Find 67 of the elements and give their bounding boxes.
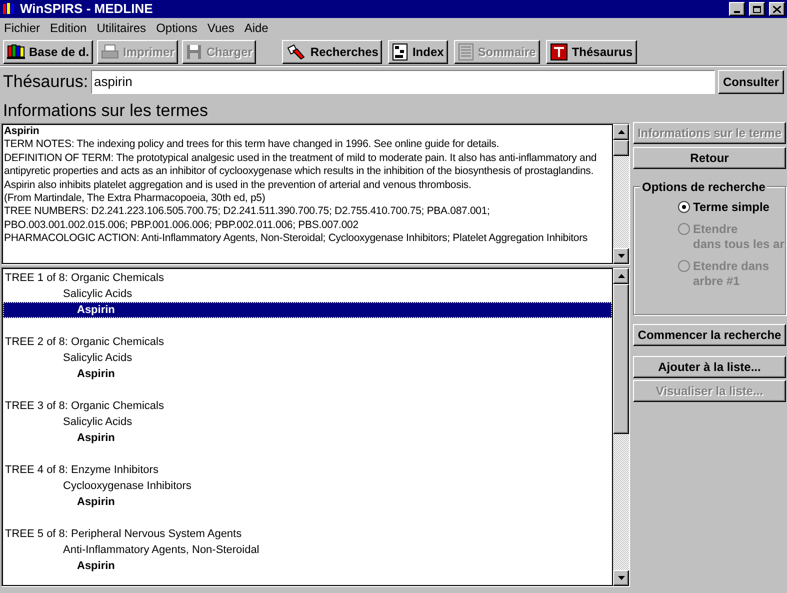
maximize-button[interactable] <box>749 2 765 16</box>
toolbar-button[interactable]: Thésaurus <box>546 40 637 64</box>
tree-heading[interactable]: Salicylic Acids <box>3 414 612 430</box>
scroll-thumb[interactable] <box>613 140 629 156</box>
start-search-button[interactable]: Commencer la recherche <box>633 324 786 346</box>
down-arrow-icon <box>618 576 624 580</box>
menu-item[interactable]: Vues <box>207 19 234 37</box>
tree-heading[interactable]: TREE 2 of 8: Organic Chemicals <box>3 334 612 350</box>
back-button[interactable]: Retour <box>633 147 786 169</box>
toolbar-button[interactable]: Index <box>388 40 448 64</box>
option-label: Terme simple <box>693 200 770 215</box>
tree-heading[interactable]: Salicylic Acids <box>3 286 612 302</box>
up-arrow-icon <box>618 130 624 134</box>
tree-heading[interactable]: Cyclooxygenase Inhibitors <box>3 478 612 494</box>
menu-item[interactable]: Edition <box>50 19 87 37</box>
minimize-button[interactable] <box>729 2 745 16</box>
scroll-up-button[interactable] <box>613 268 629 284</box>
flashlight-icon <box>286 44 306 60</box>
toolbar-button[interactable]: Recherches <box>282 40 382 64</box>
close-icon <box>773 6 781 12</box>
option-label: dans tous les ar <box>693 237 784 252</box>
thesaurus-book-icon <box>550 42 568 60</box>
scroll-up-button[interactable] <box>613 124 629 140</box>
menu-item[interactable]: Aide <box>244 19 268 37</box>
term-title: Aspirin <box>4 125 40 138</box>
tree-heading[interactable]: TREE 3 of 8: Organic Chemicals <box>3 398 612 414</box>
add-to-list-button[interactable]: Ajouter à la liste... <box>633 356 786 378</box>
tree-heading[interactable]: Salicylic Acids <box>3 350 612 366</box>
tree-heading[interactable]: Anti-Inflammatory Agents, Non-Steroidal <box>3 542 612 558</box>
term-item[interactable]: Aspirin <box>3 494 612 510</box>
window-title: WinSPIRS - MEDLINE <box>20 0 154 18</box>
menu-item[interactable]: Utilitaires <box>96 19 146 37</box>
books-icon <box>7 44 25 60</box>
close-button[interactable] <box>769 2 785 16</box>
term-item[interactable]: Aspirin <box>3 558 612 574</box>
menu-item[interactable]: Options <box>156 19 198 37</box>
term-info-text: DEFINITION OF TERM: The prototypical analgesic used in the treatment of mild to moderate pain. It also has anti-inflammatory and antipyretic properties and acts as an inhibitor of cyclooxygenase which results in the inhibition of the biosynthesis of prostaglandins. Aspirin also inhibits platelet aggregation and is used in the prevention of arterial and venous thrombosis. <box>4 152 598 192</box>
radio-button[interactable] <box>678 201 690 213</box>
scroll-down-button[interactable] <box>613 248 629 264</box>
tree-heading[interactable]: TREE 5 of 8: Peripheral Nervous System Agents <box>3 526 612 542</box>
term-item[interactable]: Aspirin <box>3 302 612 318</box>
scroll-down-button[interactable] <box>613 570 629 586</box>
maximize-icon <box>753 6 761 12</box>
term-item[interactable]: Aspirin <box>3 366 612 382</box>
printer-icon <box>101 44 120 60</box>
down-arrow-icon <box>618 254 624 258</box>
scroll-thumb[interactable] <box>613 284 629 434</box>
tree-heading[interactable]: TREE 1 of 8: Organic Chemicals <box>3 270 612 286</box>
app-icon <box>2 2 16 16</box>
option-label: arbre #1 <box>693 274 741 289</box>
term-info-text: PHARMACOLOGIC ACTION: Anti-Inflammatory Agents, Non-Steroidal; Cyclooxygenase Inhibitors; Platelet Aggregation Inhibitors <box>4 232 589 246</box>
term-info-text: TREE NUMBERS: D2.241.223.106.505.700.75; D2.241.511.390.700.75; D2.755.410.700.75; PBA.087.001; PBO.003.001.002.015.006; PBP.001.006.006; PBP.002.011.006; PBS.007.002 <box>4 205 491 232</box>
thesaurus-label: Thésaurus: <box>3 70 88 93</box>
term-info-text: (From Martindale, The Extra Pharmacopoeia, 30th ed, p5) <box>4 192 266 206</box>
index-card-icon <box>392 42 408 60</box>
option-label: Etendre dans <box>693 259 770 274</box>
term-item[interactable]: Aspirin <box>3 430 612 446</box>
option-label: Etendre <box>693 222 739 237</box>
term-info-text: TERM NOTES: The indexing policy and trees for this term have changed in 1996. See online guide for details. <box>4 138 500 152</box>
list-icon <box>458 42 474 60</box>
toolbar-button[interactable]: Base de d. <box>3 40 94 64</box>
up-arrow-icon <box>618 274 624 278</box>
menu-item[interactable]: Fichier <box>4 19 40 37</box>
tree-heading[interactable]: TREE 4 of 8: Enzyme Inhibitors <box>3 462 612 478</box>
consult-button[interactable]: Consulter <box>718 70 784 94</box>
thesaurus-field[interactable]: aspirin <box>91 70 715 94</box>
section-heading: Informations sur les termes <box>2 100 210 122</box>
